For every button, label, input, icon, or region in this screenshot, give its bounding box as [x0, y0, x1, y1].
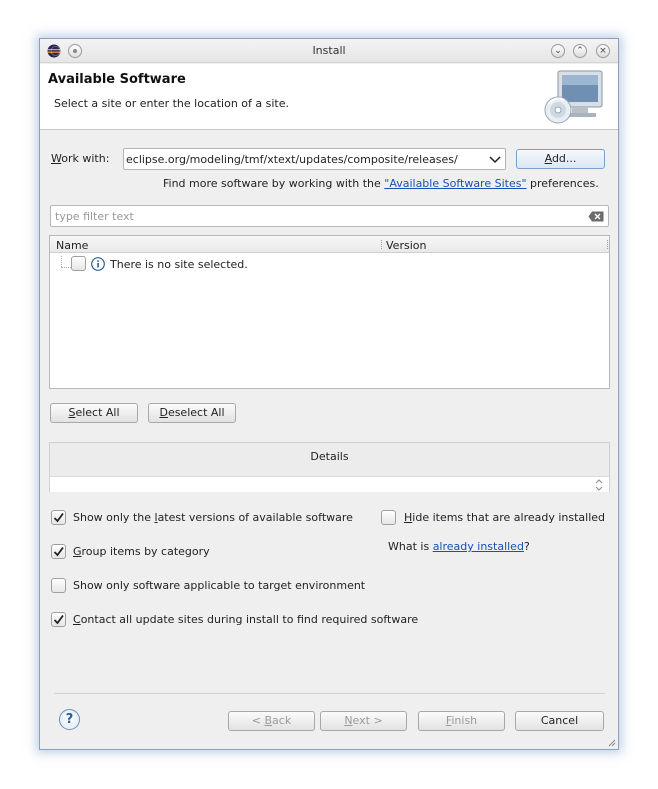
details-section: Details	[49, 442, 610, 492]
maximize-icon[interactable]: ⌃	[573, 44, 587, 58]
wizard-header: Available Software Select a site or ente…	[40, 64, 618, 130]
column-version[interactable]: Version	[386, 239, 426, 252]
hide-installed-label[interactable]: Hide items that are already installed	[404, 511, 605, 524]
contact-update-sites-label[interactable]: Contact all update sites during install …	[73, 613, 418, 626]
combo-dropdown-arrow[interactable]	[485, 149, 505, 169]
latest-versions-checkbox[interactable]	[51, 510, 66, 525]
work-with-label: Work with:	[51, 152, 110, 165]
title-bar[interactable]: Install ⌄ ⌃ ×	[40, 39, 618, 63]
select-all-button[interactable]: Select All	[50, 403, 138, 423]
tree-connector	[61, 267, 71, 268]
column-separator[interactable]	[381, 240, 382, 249]
minimize-icon[interactable]: ⌄	[551, 44, 565, 58]
footer-separator	[54, 693, 605, 694]
more-software-text: Find more software by working with the "…	[163, 177, 599, 190]
latest-versions-label[interactable]: Show only the latest versions of availab…	[73, 511, 353, 524]
close-icon[interactable]: ×	[596, 44, 610, 58]
details-title: Details	[310, 450, 349, 463]
page-description: Select a site or enter the location of a…	[54, 97, 290, 110]
available-software-sites-link[interactable]: "Available Software Sites"	[384, 177, 526, 190]
next-button[interactable]: Next >	[320, 711, 407, 731]
page-title: Available Software	[48, 72, 186, 87]
back-button[interactable]: < Back	[228, 711, 315, 731]
already-installed-link[interactable]: already installed	[433, 540, 524, 553]
software-tree[interactable]: Name Version There is no site selected.	[49, 235, 610, 389]
chevron-down-icon[interactable]	[485, 149, 505, 169]
cancel-button[interactable]: Cancel	[515, 711, 604, 731]
target-environment-checkbox[interactable]	[51, 578, 66, 593]
install-monitor-icon	[544, 70, 603, 124]
no-site-message: There is no site selected.	[110, 258, 248, 271]
install-dialog: Install ⌄ ⌃ × Available Software Select …	[39, 38, 619, 750]
group-by-category-label[interactable]: Group items by category	[73, 545, 210, 558]
contact-update-sites-checkbox[interactable]	[51, 612, 66, 627]
window-title: Install	[312, 44, 346, 57]
checkmark-icon	[53, 614, 64, 625]
work-with-value[interactable]: eclipse.org/modeling/tmf/xtext/updates/c…	[126, 153, 458, 166]
clear-filter-icon[interactable]	[588, 211, 604, 222]
add-site-button[interactable]: Add...	[516, 149, 605, 169]
column-separator[interactable]	[607, 240, 608, 249]
deselect-all-button[interactable]: Deselect All	[148, 403, 236, 423]
target-environment-label[interactable]: Show only software applicable to target …	[73, 579, 365, 592]
info-icon	[91, 257, 105, 271]
resize-grip-icon[interactable]	[608, 739, 616, 747]
spin-arrows-icon[interactable]	[594, 478, 604, 492]
filter-placeholder: type filter text	[55, 210, 134, 223]
work-with-combo[interactable]: eclipse.org/modeling/tmf/xtext/updates/c…	[123, 148, 506, 170]
checkmark-icon	[53, 512, 64, 523]
checkmark-icon	[53, 546, 64, 557]
filter-input[interactable]: type filter text	[50, 205, 609, 227]
tree-header: Name Version	[50, 236, 609, 253]
group-by-category-checkbox[interactable]	[51, 544, 66, 559]
details-text[interactable]	[50, 476, 609, 492]
what-is-installed-text: What is already installed?	[388, 540, 530, 553]
column-name[interactable]: Name	[56, 239, 88, 252]
help-icon[interactable]: ?	[59, 709, 80, 730]
tree-item-checkbox[interactable]	[71, 256, 86, 271]
tree-connector	[61, 256, 62, 267]
finish-button[interactable]: Finish	[418, 711, 505, 731]
hide-installed-checkbox[interactable]	[381, 510, 396, 525]
